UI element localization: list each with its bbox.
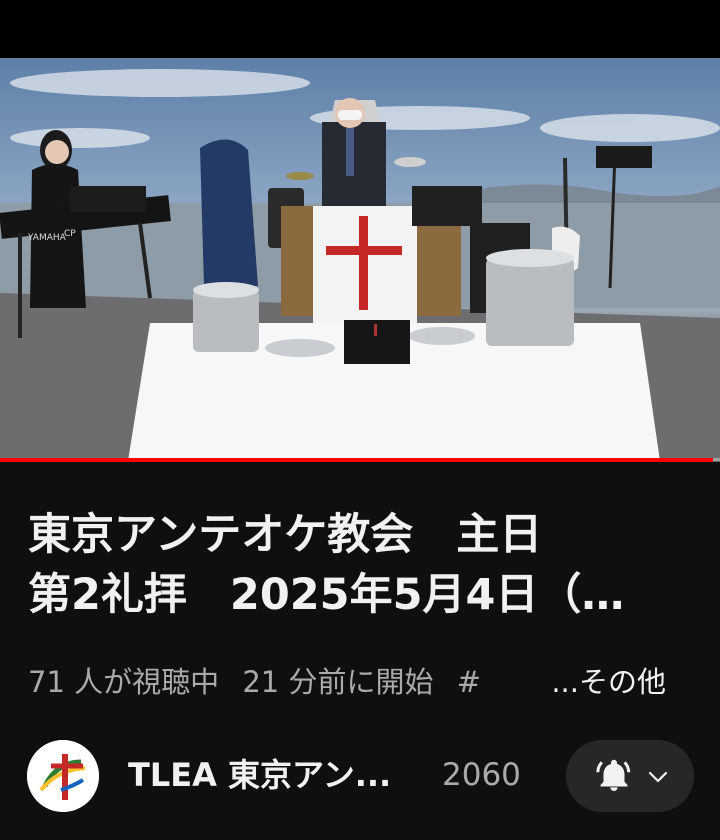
communion-trays-right [486,249,574,346]
communion-trays-left [193,282,259,352]
hashtag: # [456,665,481,699]
subscriber-count: 2060 [442,757,521,793]
video-player[interactable]: YAMAHA CP [0,58,720,461]
video-title[interactable]: 東京アンテオケ教会 主日 第2礼拝 2025年5月4日（… [28,505,700,625]
bell-icon [596,759,631,791]
more-link[interactable]: ...その他 [511,660,666,704]
speaker [322,98,386,212]
channel-name[interactable]: TLEA 東京アン... [128,752,428,798]
bread-plate [265,339,335,357]
keyboard-model-label: CP [64,229,76,239]
chevron-down-icon [648,771,668,783]
channel-avatar[interactable] [27,740,99,812]
banner-flag [200,139,258,286]
cup-plate [409,327,475,345]
church-cross-logo-icon [27,740,99,812]
video-meta[interactable]: 71 人が視聴中 21 分前に開始 # ...その他 [28,660,688,704]
video-progress-fill [0,458,713,462]
channel-row: TLEA 東京アン... 2060 [0,738,720,818]
video-progress-bar[interactable] [0,458,720,462]
viewer-count: 71 人が視聴中 [28,665,220,699]
status-bar-area [0,0,720,58]
video-title-line-1: 東京アンテオケ教会 主日 [28,510,543,560]
video-frame: YAMAHA CP [0,69,720,461]
folded-cloth [344,320,410,364]
start-time: 21 分前に開始 [242,665,434,699]
notification-subscribe-button[interactable] [566,740,694,812]
keyboard-brand-label: YAMAHA [27,233,67,243]
video-title-line-2: 第2礼拝 2025年5月4日（… [28,570,625,620]
